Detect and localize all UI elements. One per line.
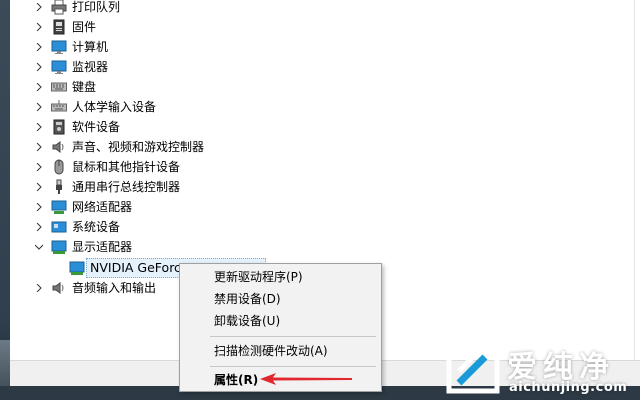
tree-item-label: 系统设备 (72, 220, 121, 234)
system-device-icon (51, 221, 67, 233)
tree-item-label: 显示适配器 (72, 240, 133, 254)
computer-icon (51, 40, 67, 54)
speaker-icon (52, 282, 64, 294)
menu-item-scan-hardware[interactable]: 扫描检测硬件改动(A) (180, 340, 381, 362)
tree-item-label: 打印队列 (72, 0, 121, 14)
tree-item-firmware[interactable]: 固件 (0, 17, 400, 37)
software-device-icon (53, 119, 65, 135)
menu-separator (210, 336, 376, 337)
tree-item-label: 通用串行总线控制器 (72, 180, 181, 194)
tree-item-software-device[interactable]: 软件设备 (0, 117, 400, 137)
display-adapter-icon (51, 240, 67, 254)
chevron-right-icon[interactable] (33, 137, 45, 157)
tree-item-network-adapters[interactable]: 网络适配器 (0, 197, 400, 217)
network-adapter-icon (51, 200, 67, 214)
watermark: 爱纯净 aichunjing.com (445, 340, 635, 398)
chevron-right-icon[interactable] (33, 217, 45, 237)
red-arrow-annotation (260, 373, 352, 385)
tree-item-system-devices[interactable]: 系统设备 (0, 217, 400, 237)
tree-item-label: 软件设备 (72, 120, 121, 134)
tree-item-label: 人体学输入设备 (72, 100, 157, 114)
display-adapter-icon (69, 261, 85, 275)
menu-item-uninstall-device[interactable]: 卸载设备(U) (180, 310, 381, 332)
chevron-right-icon[interactable] (33, 177, 45, 197)
chevron-right-icon[interactable] (33, 97, 45, 117)
tree-item-label: 固件 (72, 20, 97, 34)
tree-item-label: 鼠标和其他指针设备 (72, 160, 181, 174)
speaker-icon (52, 141, 64, 153)
tree-item-label: 网络适配器 (72, 200, 133, 214)
watermark-url: aichunjing.com (509, 380, 628, 395)
menu-item-update-driver[interactable]: 更新驱动程序(P) (180, 266, 381, 288)
chevron-right-icon[interactable] (33, 57, 45, 77)
monitor-icon (51, 60, 67, 74)
tree-item-print-queue[interactable]: 打印队列 (0, 0, 400, 17)
watermark-logo-icon (446, 346, 500, 394)
chevron-right-icon[interactable] (33, 278, 45, 298)
tree-item-label: NVIDIA GeForce (90, 260, 189, 275)
tree-item-hid[interactable]: 人体学输入设备 (0, 97, 400, 117)
tree-item-computer[interactable]: 计算机 (0, 37, 400, 57)
menu-item-disable-device[interactable]: 禁用设备(D) (180, 288, 381, 310)
printer-icon (51, 0, 67, 15)
usb-icon (56, 179, 62, 194)
chevron-right-icon[interactable] (33, 37, 45, 57)
chevron-right-icon[interactable] (33, 197, 45, 217)
chevron-right-icon[interactable] (33, 77, 45, 97)
hid-icon (51, 100, 67, 112)
tree-item-display-adapters[interactable]: 显示适配器 (0, 237, 400, 257)
tree-item-label: 计算机 (72, 40, 109, 54)
mouse-icon (54, 159, 64, 175)
tree-item-monitor[interactable]: 监视器 (0, 57, 400, 77)
tree-item-label: 键盘 (72, 80, 97, 94)
chevron-right-icon[interactable] (33, 17, 45, 37)
chevron-down-icon[interactable] (33, 237, 45, 257)
tree-item-mouse[interactable]: 鼠标和其他指针设备 (0, 157, 400, 177)
tree-item-label: 声音、视频和游戏控制器 (72, 140, 205, 154)
chevron-right-icon[interactable] (33, 0, 45, 17)
keyboard-icon (51, 82, 67, 92)
tree-item-label: 音频输入和输出 (72, 281, 157, 295)
tree-item-label: 监视器 (72, 60, 109, 74)
menu-separator (210, 366, 376, 367)
tree-item-keyboard[interactable]: 键盘 (0, 77, 400, 97)
tree-item-usb-controllers[interactable]: 通用串行总线控制器 (0, 177, 400, 197)
firmware-icon (53, 19, 65, 35)
chevron-right-icon[interactable] (33, 157, 45, 177)
chevron-right-icon[interactable] (33, 117, 45, 137)
tree-item-sound-video-game[interactable]: 声音、视频和游戏控制器 (0, 137, 400, 157)
